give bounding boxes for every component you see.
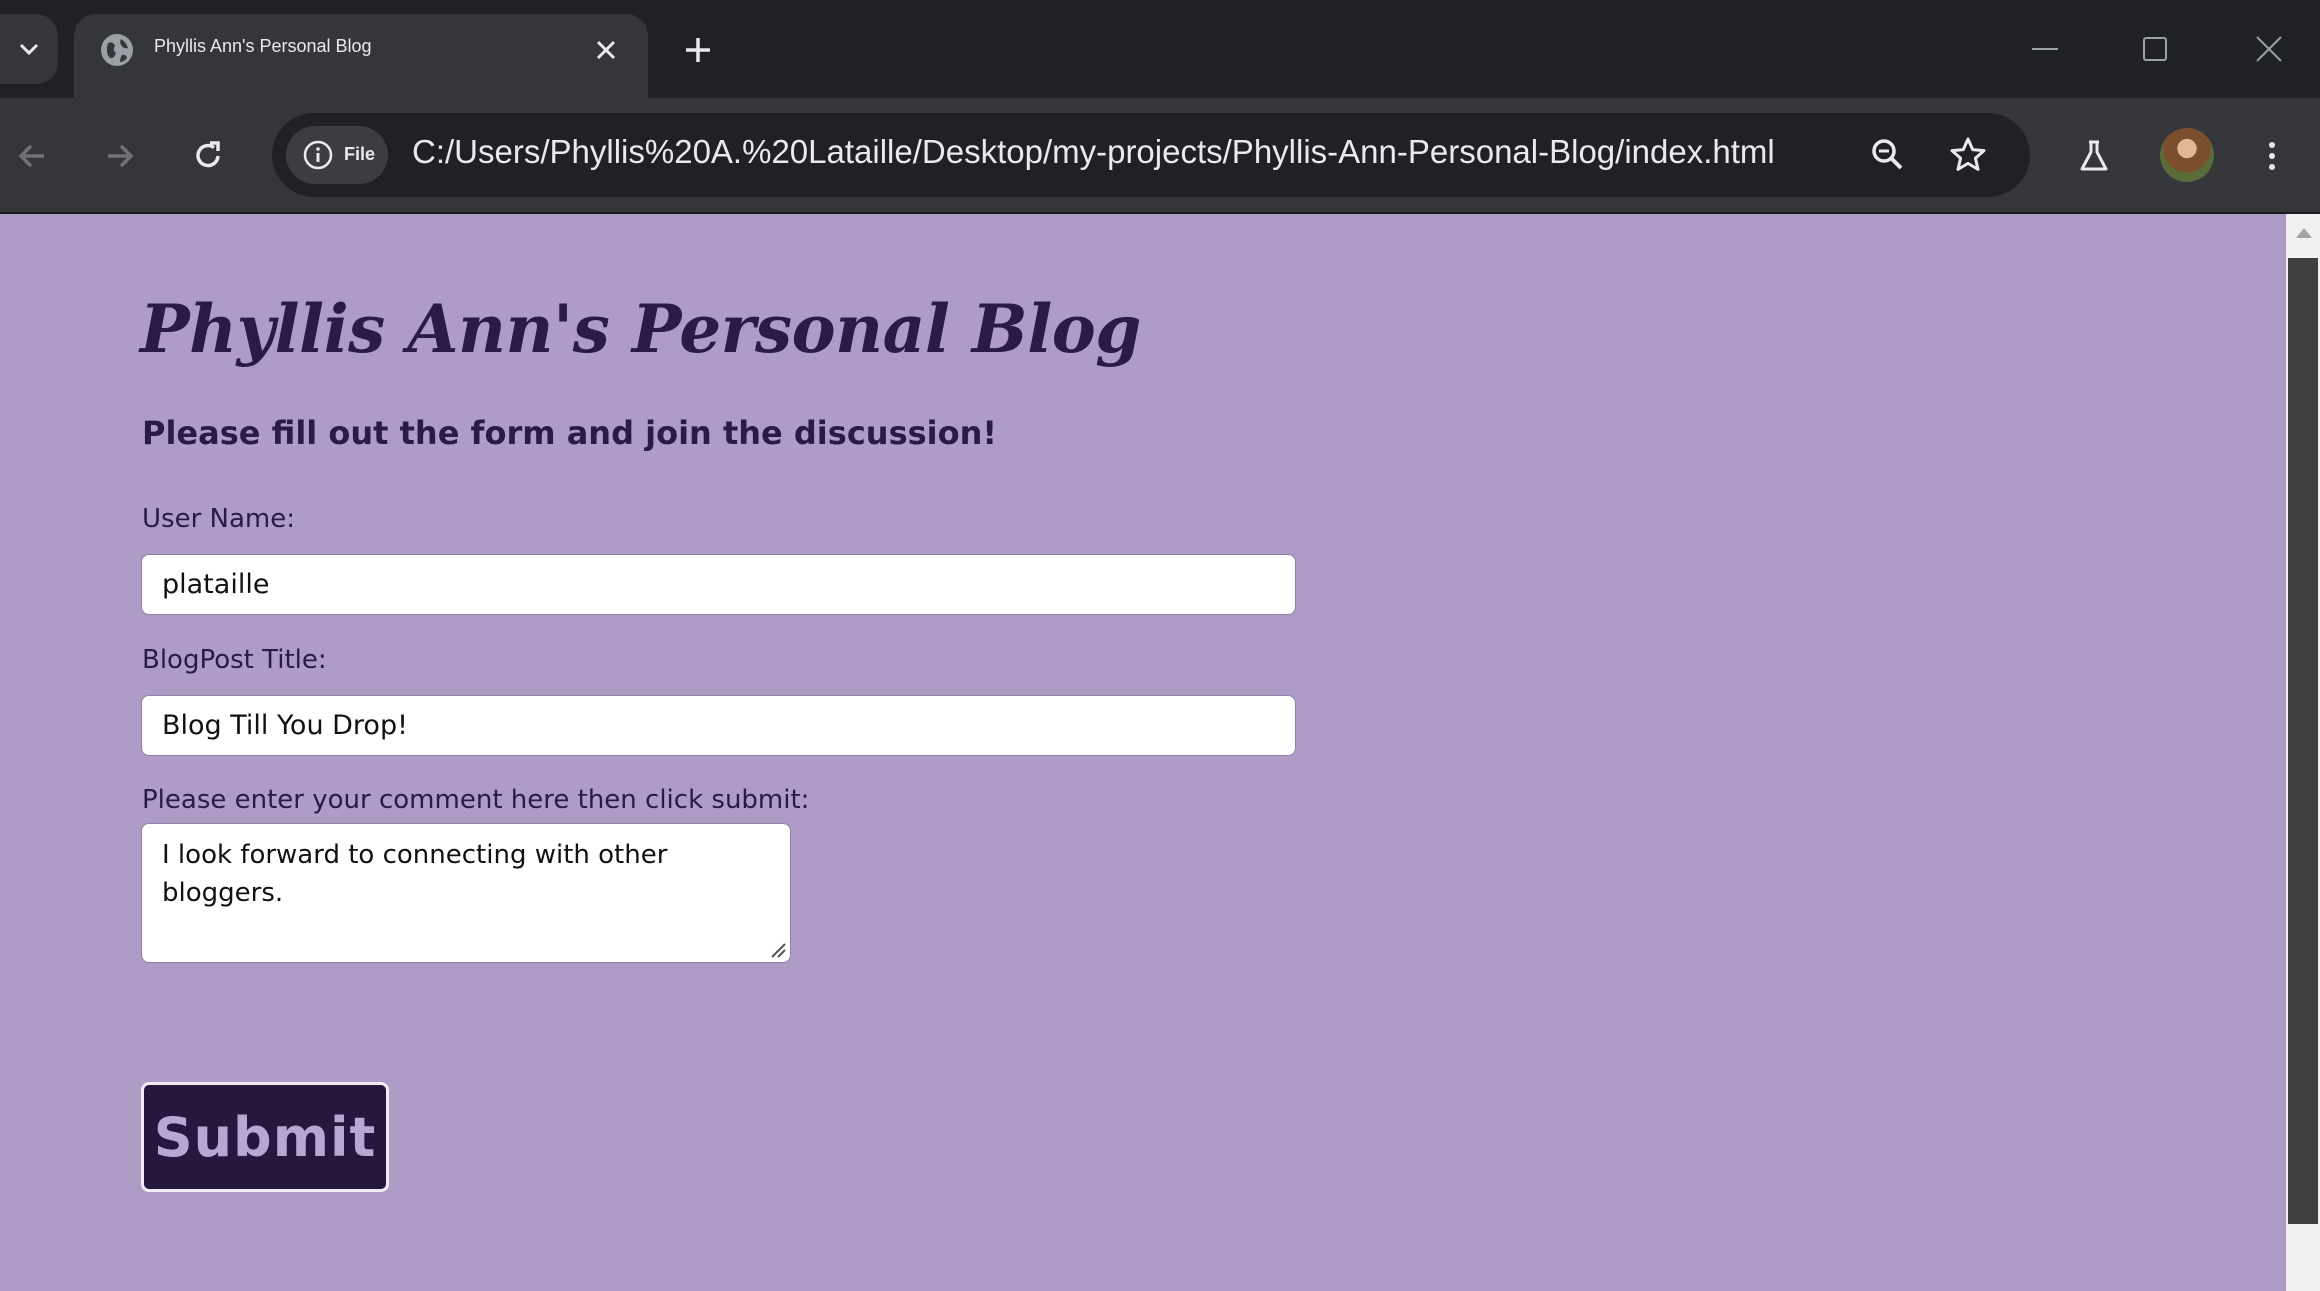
labs-icon xyxy=(2080,140,2108,171)
labs-button[interactable] xyxy=(2066,128,2122,184)
tab-strip: Phyllis Ann's Personal Blog xyxy=(0,0,2320,98)
tab-title: Phyllis Ann's Personal Blog xyxy=(154,36,372,56)
reload-button[interactable] xyxy=(180,128,236,184)
globe-icon xyxy=(101,34,133,66)
more-icon xyxy=(2269,142,2275,170)
comment-label: Please enter your comment here then clic… xyxy=(142,785,810,815)
scroll-up-arrow-icon[interactable] xyxy=(2296,228,2312,238)
info-icon xyxy=(303,140,333,170)
comment-text: I look forward to connecting with other … xyxy=(162,840,668,908)
tab-search-button[interactable] xyxy=(0,14,58,84)
chevron-down-icon xyxy=(19,43,39,56)
zoom-icon[interactable] xyxy=(1866,133,1910,177)
maximize-icon[interactable] xyxy=(2130,24,2180,74)
page-content: Phyllis Ann's Personal Blog Please fill … xyxy=(0,214,2286,1291)
browser-toolbar: File C:/Users/Phyllis%20A.%20Lataille/De… xyxy=(0,98,2320,214)
back-button[interactable] xyxy=(4,128,60,184)
forward-button[interactable] xyxy=(92,128,148,184)
page-subtitle: Please fill out the form and join the di… xyxy=(142,414,997,452)
scrollbar-thumb[interactable] xyxy=(2288,258,2318,1224)
close-icon[interactable] xyxy=(590,34,622,66)
more-menu-button[interactable] xyxy=(2244,128,2300,184)
resize-handle-icon[interactable] xyxy=(768,940,786,958)
username-label: User Name: xyxy=(142,504,295,534)
avatar[interactable] xyxy=(2160,128,2214,182)
scrollbar[interactable] xyxy=(2286,214,2320,1291)
window-close-icon[interactable] xyxy=(2244,24,2294,74)
reload-icon xyxy=(196,141,220,168)
active-tab[interactable]: Phyllis Ann's Personal Blog xyxy=(74,14,648,98)
comment-textarea[interactable]: I look forward to connecting with other … xyxy=(141,823,791,963)
address-bar[interactable]: File C:/Users/Phyllis%20A.%20Lataille/De… xyxy=(272,113,2030,197)
site-info-chip[interactable]: File xyxy=(286,126,388,184)
submit-button[interactable]: Submit xyxy=(141,1082,389,1192)
forward-icon xyxy=(108,144,134,168)
star-icon[interactable] xyxy=(1946,133,1990,177)
url-text[interactable]: C:/Users/Phyllis%20A.%20Lataille/Desktop… xyxy=(412,133,1775,171)
page-title: Phyllis Ann's Personal Blog xyxy=(140,290,1141,368)
blogpost-title-input[interactable]: Blog Till You Drop! xyxy=(141,695,1296,756)
back-icon xyxy=(18,144,44,168)
blogpost-title-label: BlogPost Title: xyxy=(142,645,327,675)
plus-icon[interactable] xyxy=(678,30,718,70)
username-input[interactable]: plataille xyxy=(141,554,1296,615)
minimize-icon[interactable] xyxy=(2020,24,2070,74)
site-chip-label: File xyxy=(344,144,376,164)
